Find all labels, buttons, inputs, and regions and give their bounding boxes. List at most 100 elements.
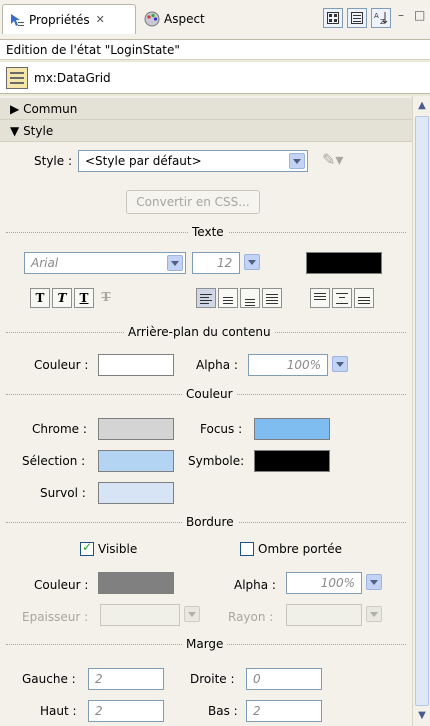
bg-color-swatch[interactable] [98,354,174,376]
chevron-down-icon[interactable] [332,356,348,372]
component-name: mx:DataGrid [34,70,111,85]
align-center-icon[interactable] [218,288,238,308]
minimize-icon[interactable]: – [398,8,404,22]
margin-header: Marge [182,638,228,650]
tab-appearance-label: Aspect [164,12,205,26]
visible-label: Visible [98,542,138,556]
margin-right-label: Droite : [190,672,235,686]
alpha-sort-icon[interactable]: AZ [371,8,391,28]
border-alpha-value: 100% [320,576,355,590]
strikethrough-button[interactable]: T [96,288,116,308]
border-color-label: Couleur : [34,578,89,592]
properties-icon [9,12,25,28]
margin-separator: Marge [6,638,406,650]
close-icon[interactable]: ✕ [96,13,105,26]
underline-button[interactable]: T [74,288,94,308]
align-right-icon[interactable] [240,288,260,308]
font-size-value: 12 [217,256,233,270]
bold-button[interactable]: T [30,288,50,308]
tab-appearance[interactable]: Aspect [138,4,230,34]
text-color-swatch[interactable] [306,252,382,274]
margin-left-input[interactable]: 2 [88,668,164,690]
properties-panel: ▶ Commun ▼ Style Style : <Style par défa… [0,96,412,726]
align-justify-icon[interactable] [262,288,282,308]
font-value: Arial [31,256,59,270]
chevron-down-icon[interactable] [366,606,382,622]
svg-text:A: A [374,12,379,20]
style-label: Style : [34,154,72,168]
thickness-label: Epaisseur : [22,610,89,624]
hover-color-swatch[interactable] [98,482,174,504]
edit-style-icon[interactable]: ✎▾ [322,150,343,169]
standard-view-icon[interactable] [323,8,343,28]
category-view-icon[interactable] [347,8,367,28]
style-select[interactable]: <Style par défaut> [78,150,308,172]
chevron-down-icon[interactable] [167,255,183,271]
symbol-label: Symbole: [188,454,245,468]
border-color-swatch[interactable] [98,572,174,594]
shadow-checkbox[interactable] [240,542,254,556]
align-left-icon[interactable] [196,288,216,308]
margin-bottom-input[interactable]: 2 [246,700,322,722]
symbol-color-swatch[interactable] [254,450,330,472]
appearance-icon [144,11,160,27]
tab-properties[interactable]: Propriétés ✕ [2,4,136,34]
italic-button[interactable]: T [52,288,72,308]
section-style[interactable]: ▼ Style [0,120,412,142]
margin-top-value: 2 [95,704,103,718]
chevron-down-icon[interactable] [366,574,382,590]
chrome-color-swatch[interactable] [98,418,174,440]
border-alpha-input[interactable]: 100% [286,572,362,594]
style-select-value: <Style par défaut> [85,154,202,168]
bg-alpha-input[interactable]: 100% [248,354,328,376]
radius-input[interactable] [286,604,362,626]
background-header: Arrière-plan du contenu [124,326,275,338]
section-commun[interactable]: ▶ Commun [0,98,412,120]
margin-right-value: 0 [253,672,261,686]
tab-properties-label: Propriétés [29,12,90,27]
maximize-icon[interactable]: □ [414,8,425,22]
background-separator: Arrière-plan du contenu [6,326,406,338]
margin-left-value: 2 [95,672,103,686]
chevron-down-icon[interactable] [289,153,305,169]
vertical-scrollbar[interactable]: ▲ ▼ [412,96,430,726]
state-label: Edition de l'état "LoginState" [0,40,430,60]
shadow-label: Ombre portée [258,542,342,556]
border-header: Bordure [182,516,238,528]
visible-checkbox[interactable] [80,540,94,556]
scroll-up-icon[interactable]: ▲ [414,98,430,114]
datagrid-icon [6,66,28,89]
collapsed-arrow-icon: ▶ [10,102,20,116]
font-size-input[interactable]: 12 [192,252,240,274]
border-alpha-label: Alpha : [234,578,276,592]
chevron-down-icon[interactable] [184,606,200,622]
chevron-down-icon[interactable] [244,254,260,270]
selection-color-swatch[interactable] [98,450,174,472]
text-header: Texte [188,226,228,238]
component-row: mx:DataGrid [0,62,430,94]
bg-alpha-label: Alpha : [196,358,238,372]
section-style-label: Style [23,124,54,138]
convert-css-button[interactable]: Convertir en CSS... [126,190,260,214]
font-select[interactable]: Arial [24,252,186,274]
thickness-input[interactable] [100,604,180,626]
margin-left-label: Gauche : [22,672,76,686]
chrome-label: Chrome : [32,422,87,436]
bg-color-label: Couleur : [34,358,89,372]
section-commun-label: Commun [23,102,78,116]
valign-middle-icon[interactable] [332,288,352,308]
selection-label: Sélection : [22,454,86,468]
scroll-down-icon[interactable]: ▼ [414,708,430,724]
bg-alpha-value: 100% [286,358,321,372]
border-separator: Bordure [6,516,406,528]
focus-color-swatch[interactable] [254,418,330,440]
valign-top-icon[interactable] [310,288,330,308]
radius-label: Rayon : [228,610,274,624]
margin-right-input[interactable]: 0 [246,668,322,690]
scrollbar-thumb[interactable] [415,116,429,706]
view-tab-bar: Propriétés ✕ Aspect AZ – □ [0,0,430,40]
margin-top-input[interactable]: 2 [88,700,164,722]
valign-bottom-icon[interactable] [354,288,374,308]
hover-label: Survol : [40,486,86,500]
margin-bottom-label: Bas : [208,704,238,718]
